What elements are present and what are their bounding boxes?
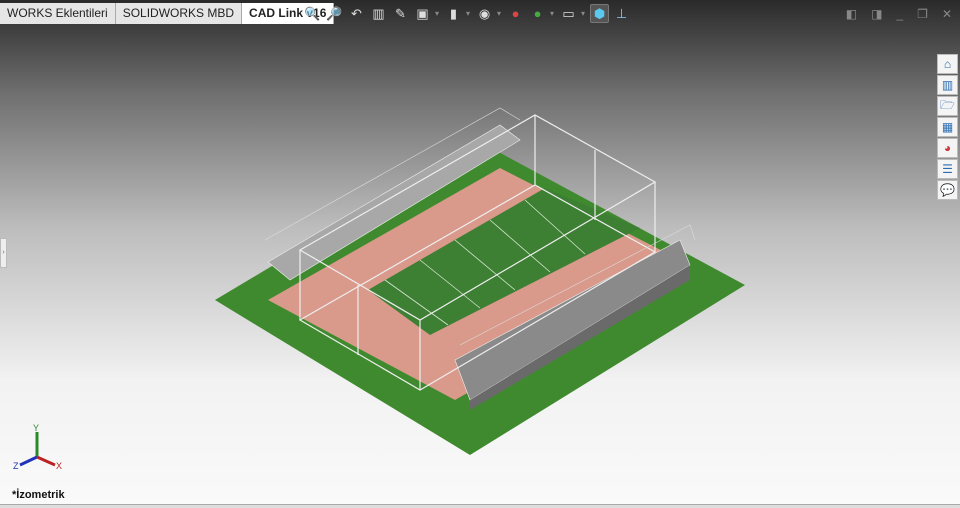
coordinate-triad: Y Z X (13, 423, 62, 471)
tab-mbd[interactable]: SOLIDWORKS MBD (115, 3, 243, 24)
home-icon[interactable]: ⌂ (937, 54, 958, 74)
restore-icon[interactable]: ❐ (917, 7, 928, 21)
zoom-to-area-icon[interactable]: 🔎 (325, 4, 344, 23)
stadium-model (215, 107, 745, 455)
view-orientation-label: *İzometrik (12, 489, 65, 501)
next-window-icon[interactable]: ◨ (871, 7, 882, 21)
status-bar (0, 504, 960, 508)
view-palette-icon[interactable]: ▦ (937, 117, 958, 137)
zoom-to-fit-icon[interactable]: 🔍 (303, 4, 322, 23)
graphics-viewport[interactable] (0, 0, 960, 508)
normal-to-icon[interactable]: ⊥ (612, 4, 631, 23)
chevron-down-icon[interactable]: ▾ (550, 9, 556, 18)
view-settings-icon[interactable]: ▭ (559, 4, 578, 23)
close-icon[interactable]: ✕ (942, 7, 952, 21)
file-explorer-icon[interactable]: 🗁 (937, 96, 958, 116)
apply-scene-icon[interactable]: ● (528, 4, 547, 23)
chevron-down-icon[interactable]: ▾ (581, 9, 587, 18)
heads-up-view-toolbar: 🔍 🔎 ↶ ▥ ✎ ▣ ▾ ▮ ▾ ◉ ▾ ● ● ▾ ▭ ▾ ⬢ ⊥ (303, 4, 631, 23)
chevron-down-icon[interactable]: ▾ (435, 9, 441, 18)
axis-x-label: X (56, 461, 62, 471)
tab-addins[interactable]: WORKS Eklentileri (0, 3, 116, 24)
command-manager-tabs: WORKS Eklentileri SOLIDWORKS MBD CAD Lin… (0, 3, 335, 24)
chevron-down-icon[interactable]: ▾ (497, 9, 503, 18)
parts-library-icon[interactable]: ▥ (937, 75, 958, 95)
display-style-icon[interactable]: ▮ (444, 4, 463, 23)
isometric-view-icon[interactable]: ⬢ (590, 4, 609, 23)
hide-show-icon[interactable]: ◉ (475, 4, 494, 23)
chevron-down-icon[interactable]: ▾ (466, 9, 472, 18)
dynamic-annotation-icon[interactable]: ✎ (391, 4, 410, 23)
view-orientation-icon[interactable]: ▣ (413, 4, 432, 23)
task-pane-tabs: ⌂ ▥ 🗁 ▦ ◕ ☰ 💬 (937, 54, 958, 200)
appearances-icon[interactable]: ◕ (937, 138, 958, 158)
axis-y-label: Y (33, 423, 39, 433)
minimize-icon[interactable]: _ (896, 7, 903, 21)
edit-appearance-icon[interactable]: ● (506, 4, 525, 23)
forum-icon[interactable]: 💬 (937, 180, 958, 200)
window-controls: ◧ ◨ _ ❐ ✕ (846, 7, 952, 21)
axis-z-label: Z (13, 461, 19, 471)
previous-view-icon[interactable]: ↶ (347, 4, 366, 23)
custom-properties-icon[interactable]: ☰ (937, 159, 958, 179)
section-view-icon[interactable]: ▥ (369, 4, 388, 23)
feature-manager-toggle[interactable]: › (0, 238, 7, 268)
previous-window-icon[interactable]: ◧ (846, 7, 857, 21)
